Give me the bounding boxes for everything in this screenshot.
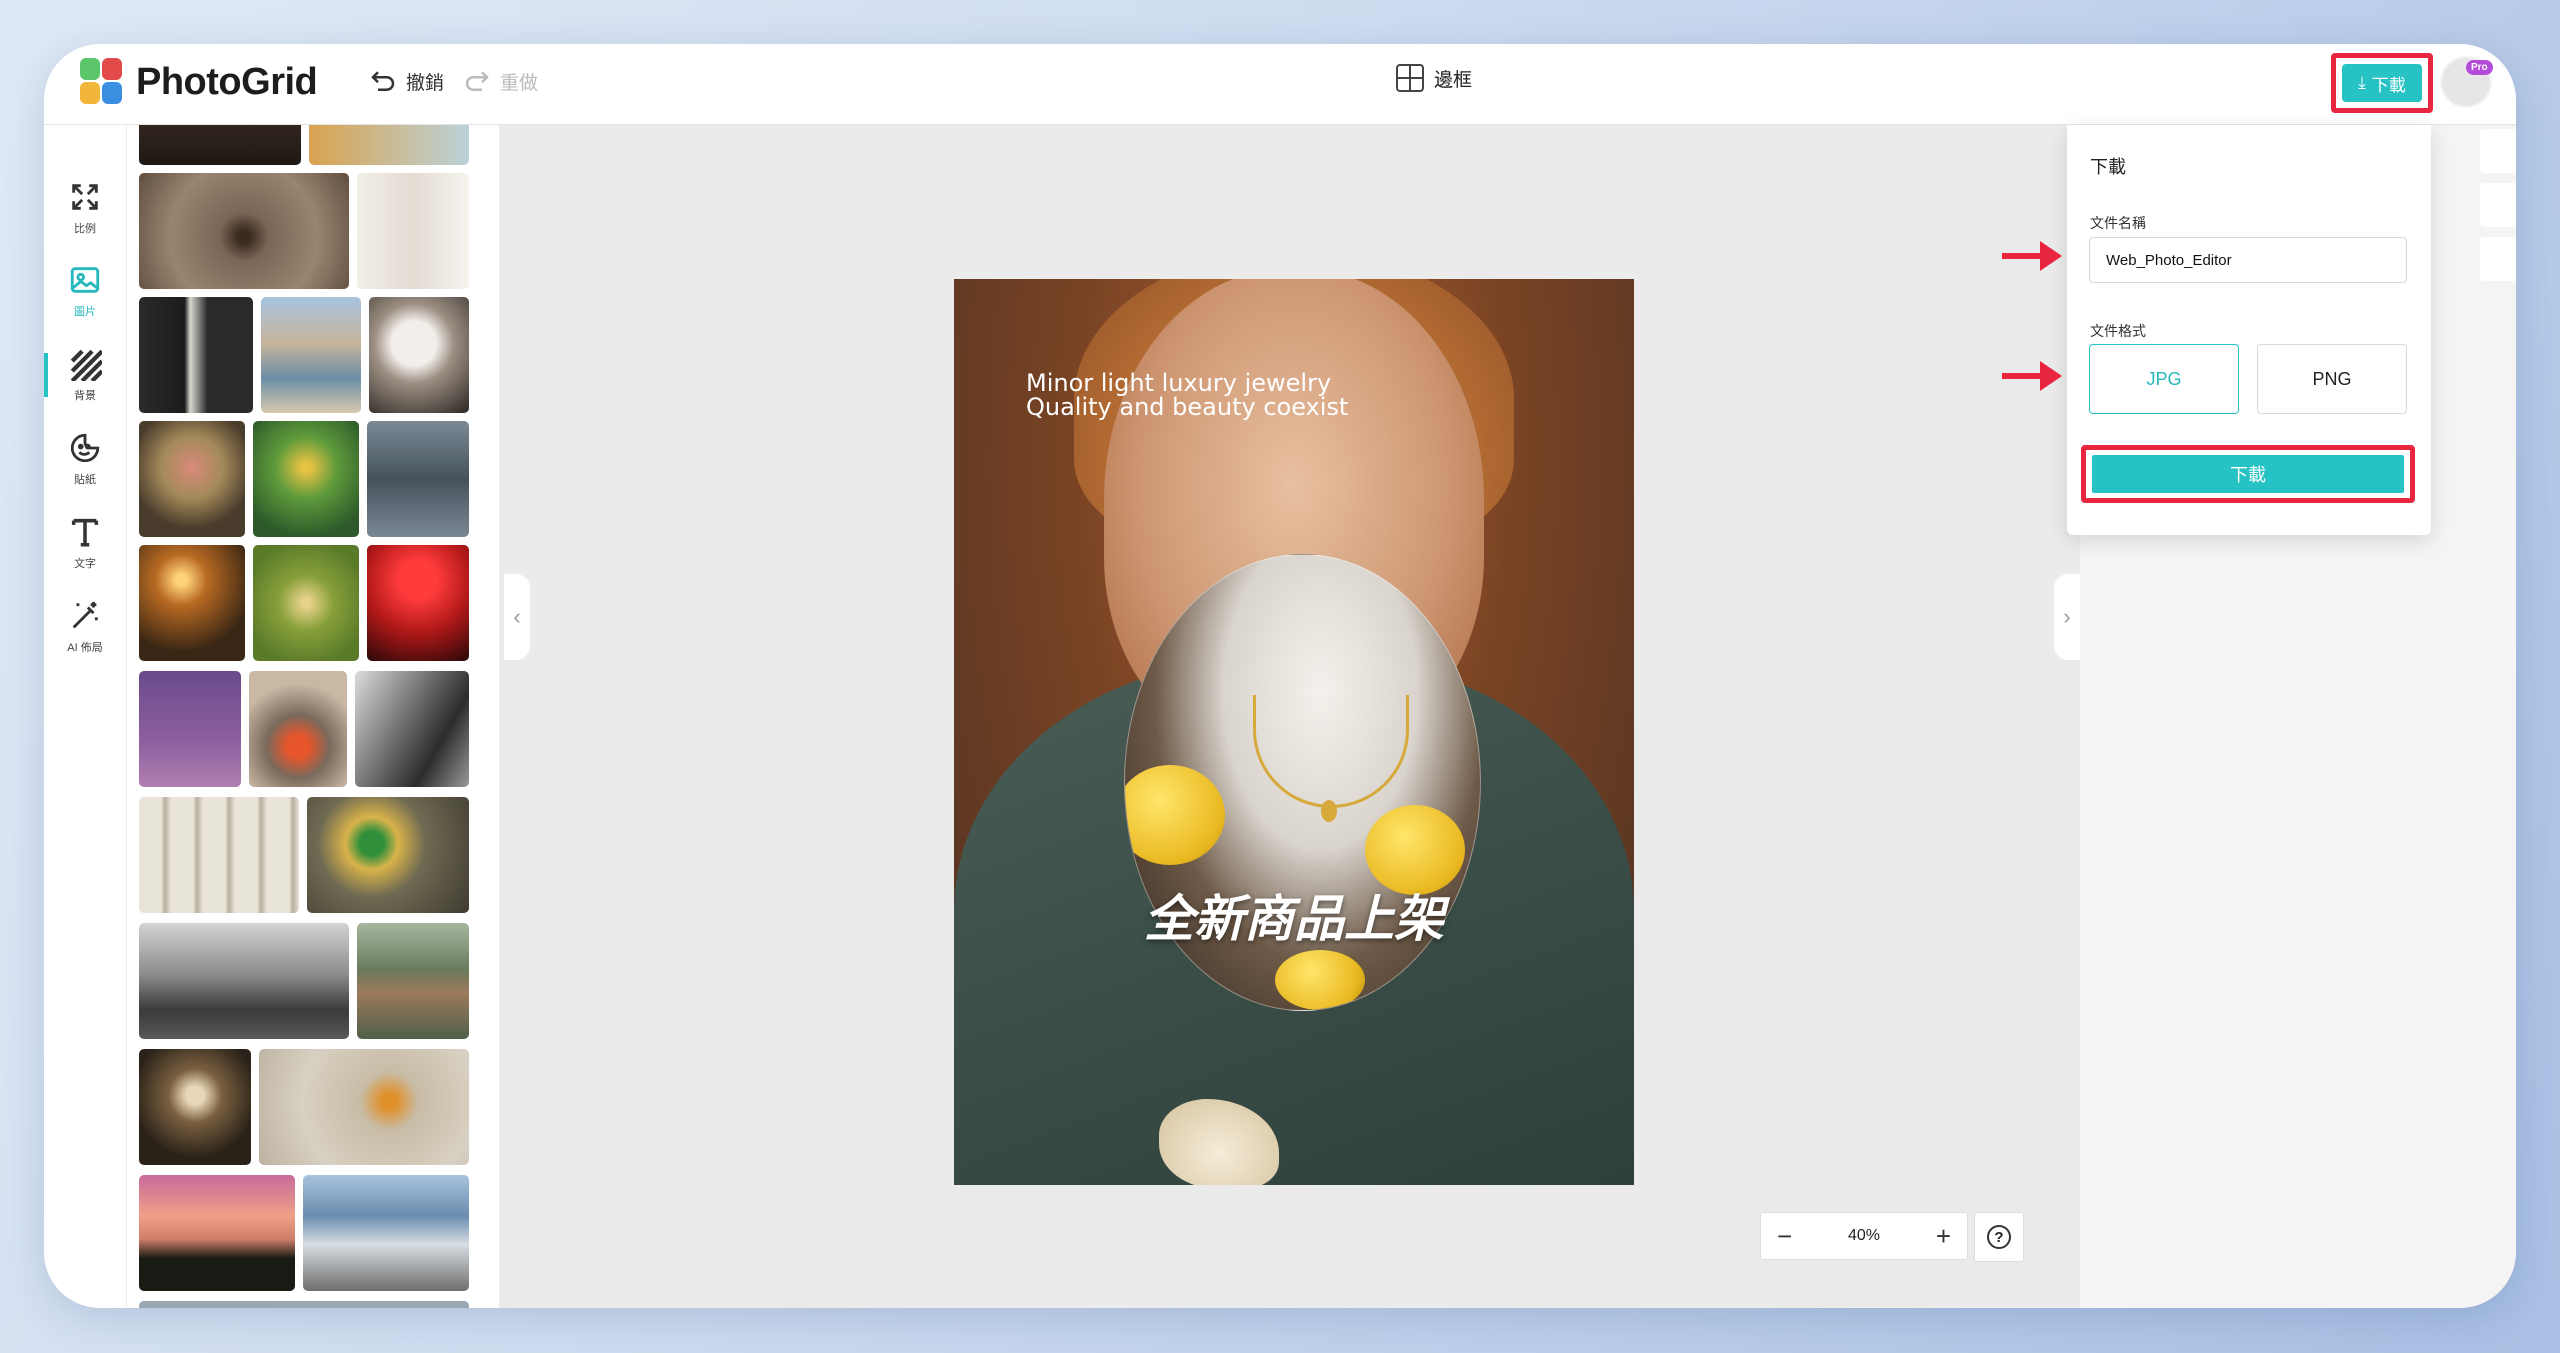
sidebar-item-sticker[interactable]: 貼紙 xyxy=(44,431,126,487)
download-button[interactable]: ⤓ 下載 xyxy=(2342,64,2422,102)
filename-input[interactable] xyxy=(2089,237,2407,283)
image-thumbnail[interactable] xyxy=(253,421,359,537)
image-thumbnail[interactable] xyxy=(309,125,469,165)
top-bar: PhotoGrid 撤銷 重做 邊框 ⤓ 下載 Pro xyxy=(44,44,2516,125)
zoom-in-button[interactable]: + xyxy=(1936,1223,1951,1249)
help-icon: ? xyxy=(1987,1225,2011,1249)
image-thumbnail[interactable] xyxy=(139,797,299,913)
canvas-headline[interactable]: 全新商品上架 xyxy=(954,879,1634,951)
image-thumbnail[interactable] xyxy=(367,421,469,537)
format-label: 文件格式 xyxy=(2090,323,2146,339)
image-icon xyxy=(70,267,100,293)
image-thumbnail[interactable] xyxy=(139,1301,469,1308)
canvas-text-block[interactable]: Minor light luxury jewelry Quality and b… xyxy=(1026,371,1348,419)
image-thumbnail[interactable] xyxy=(355,671,469,787)
zoom-out-button[interactable]: − xyxy=(1777,1223,1792,1249)
image-thumbnail[interactable] xyxy=(369,297,469,413)
layer-row[interactable] xyxy=(2480,237,2516,281)
image-thumbnail[interactable] xyxy=(249,671,347,787)
canvas-text-line1: Minor light luxury jewelry xyxy=(1026,369,1332,397)
sidebar-item-ratio[interactable]: 比例 xyxy=(44,180,126,236)
zoom-level: 40% xyxy=(1847,1227,1881,1244)
pendant-shape xyxy=(1321,800,1337,822)
sidebar-item-label: 比例 xyxy=(74,223,96,235)
filename-label: 文件名稱 xyxy=(2090,215,2146,231)
image-thumbnail[interactable] xyxy=(139,421,245,537)
image-thumbnail[interactable] xyxy=(139,671,241,787)
image-thumbnail[interactable] xyxy=(139,173,349,289)
collapse-right-panel-button[interactable]: › xyxy=(2054,574,2080,660)
magic-wand-icon xyxy=(72,601,98,629)
image-thumbnail[interactable] xyxy=(139,1049,251,1165)
pro-badge: Pro xyxy=(2466,60,2493,75)
undo-button[interactable]: 撤銷 xyxy=(368,66,444,96)
app-window: PhotoGrid 撤銷 重做 邊框 ⤓ 下載 Pro 比例 圖片 背景 貼紙 … xyxy=(44,44,2516,1308)
app-logo[interactable]: PhotoGrid xyxy=(80,58,318,106)
chevron-left-icon: ‹ xyxy=(513,604,521,629)
image-thumbnail[interactable] xyxy=(139,297,253,413)
layer-row[interactable] xyxy=(2480,129,2516,173)
image-library-panel xyxy=(127,125,499,1308)
image-thumbnail[interactable] xyxy=(139,125,301,165)
redo-button[interactable]: 重做 xyxy=(462,66,538,96)
redo-icon xyxy=(465,71,489,91)
help-button[interactable]: ? xyxy=(1974,1212,2024,1262)
image-thumbnail[interactable] xyxy=(139,545,245,661)
sidebar-item-image[interactable]: 圖片 xyxy=(44,263,126,319)
annotation-arrow xyxy=(2002,361,2062,391)
sidebar-item-label: 文字 xyxy=(74,558,96,570)
undo-label: 撤銷 xyxy=(406,72,445,94)
sticker-icon xyxy=(70,433,100,463)
image-thumbnail[interactable] xyxy=(303,1175,469,1291)
image-thumbnail[interactable] xyxy=(367,545,469,661)
photogrid-logo-icon xyxy=(80,58,124,106)
download-submit-highlight: 下載 xyxy=(2081,445,2415,503)
download-panel: 下載 文件名稱 文件格式 JPG PNG 下載 xyxy=(2067,125,2431,535)
sidebar-item-background[interactable]: 背景 xyxy=(44,347,126,403)
sidebar-item-text[interactable]: 文字 xyxy=(44,515,126,571)
image-thumbnail[interactable] xyxy=(357,923,469,1039)
redo-label: 重做 xyxy=(500,72,539,94)
left-sidebar: 比例 圖片 背景 貼紙 文字 AI 佈局 xyxy=(44,125,127,1308)
necklace-shape xyxy=(1253,695,1409,808)
lemon-shape xyxy=(1125,765,1225,865)
download-submit-button[interactable]: 下載 xyxy=(2092,455,2404,493)
chevron-right-icon: › xyxy=(2063,604,2071,629)
image-thumbnail[interactable] xyxy=(357,173,469,289)
download-button-label: 下載 xyxy=(2371,75,2406,95)
image-thumbnail[interactable] xyxy=(307,797,469,913)
frame-icon xyxy=(1396,64,1424,92)
download-panel-title: 下載 xyxy=(2090,157,2126,177)
image-thumbnail[interactable] xyxy=(259,1049,469,1165)
design-canvas[interactable]: Minor light luxury jewelry Quality and b… xyxy=(954,279,1634,1185)
download-button-highlight: ⤓ 下載 xyxy=(2331,53,2433,113)
image-thumbnail[interactable] xyxy=(139,923,349,1039)
sidebar-item-label: 貼紙 xyxy=(74,474,96,486)
sidebar-item-label: 圖片 xyxy=(74,306,96,318)
text-icon xyxy=(71,518,99,547)
collapse-left-panel-button[interactable]: ‹ xyxy=(504,574,530,660)
sidebar-item-label: 背景 xyxy=(74,390,96,402)
layer-row[interactable] xyxy=(2480,183,2516,227)
undo-icon xyxy=(371,71,395,91)
sidebar-item-label: AI 佈局 xyxy=(67,642,103,654)
format-option-jpg[interactable]: JPG xyxy=(2089,344,2239,414)
lemon-shape xyxy=(1275,950,1365,1010)
frame-label: 邊框 xyxy=(1434,69,1473,91)
zoom-control: − 40% + xyxy=(1760,1212,1968,1260)
stripes-icon xyxy=(70,349,102,381)
image-thumbnail[interactable] xyxy=(139,1175,295,1291)
format-option-png[interactable]: PNG xyxy=(2257,344,2407,414)
frame-button[interactable]: 邊框 xyxy=(1396,64,1472,92)
download-icon: ⤓ xyxy=(2358,73,2366,92)
resize-icon xyxy=(72,184,98,210)
sidebar-item-ai-layout[interactable]: AI 佈局 xyxy=(44,599,126,655)
annotation-arrow xyxy=(2002,241,2062,271)
app-name: PhotoGrid xyxy=(136,60,318,103)
image-thumbnail[interactable] xyxy=(261,297,361,413)
image-thumbnail[interactable] xyxy=(253,545,359,661)
canvas-text-line2: Quality and beauty coexist xyxy=(1026,393,1349,421)
